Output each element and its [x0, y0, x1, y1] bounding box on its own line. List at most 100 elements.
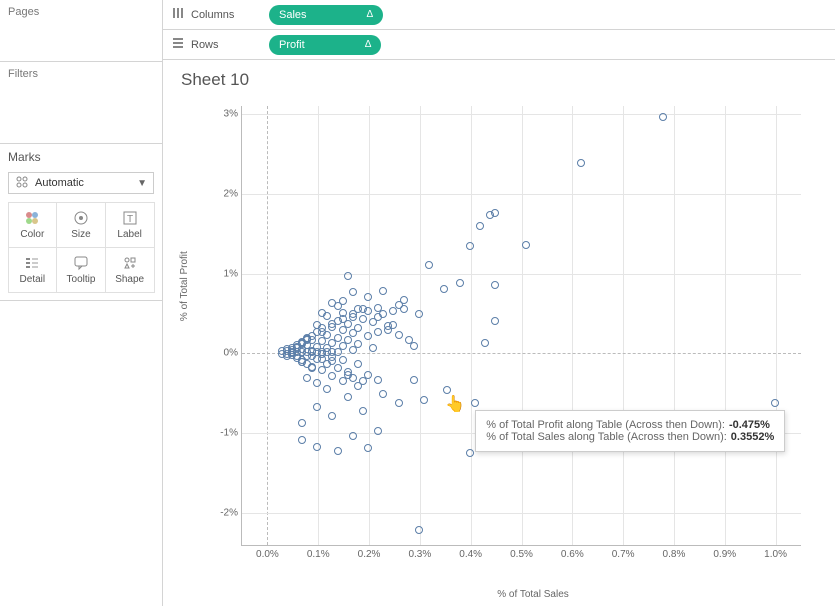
data-point[interactable] — [278, 350, 286, 358]
data-point[interactable] — [349, 346, 357, 354]
data-point[interactable] — [659, 113, 667, 121]
filters-shelf[interactable]: Filters — [0, 62, 162, 144]
shape-button[interactable]: Shape — [105, 247, 155, 293]
rows-pill[interactable]: Profit Δ — [269, 35, 381, 55]
data-point[interactable] — [308, 364, 316, 372]
rows-label: Rows — [191, 39, 219, 51]
data-point[interactable] — [313, 403, 321, 411]
pages-shelf[interactable]: Pages — [0, 0, 162, 62]
data-point[interactable] — [298, 419, 306, 427]
data-point[interactable] — [318, 366, 326, 374]
data-point[interactable] — [379, 287, 387, 295]
rows-shelf[interactable]: Rows Profit Δ — [163, 30, 835, 60]
data-point[interactable] — [374, 427, 382, 435]
filters-label: Filters — [8, 68, 154, 80]
data-point[interactable] — [344, 393, 352, 401]
data-point[interactable] — [369, 344, 377, 352]
x-tick-label: 0.9% — [713, 549, 736, 560]
columns-label: Columns — [191, 9, 234, 21]
data-point[interactable] — [334, 447, 342, 455]
y-tick-label: -2% — [220, 508, 238, 519]
columns-pill[interactable]: Sales Δ — [269, 5, 383, 25]
data-point[interactable] — [384, 326, 392, 334]
data-point[interactable] — [466, 449, 474, 457]
data-point[interactable] — [364, 293, 372, 301]
data-point[interactable] — [577, 159, 585, 167]
data-point[interactable] — [344, 272, 352, 280]
data-point[interactable] — [339, 315, 347, 323]
data-point[interactable] — [364, 444, 372, 452]
columns-shelf[interactable]: Columns Sales Δ — [163, 0, 835, 30]
data-point[interactable] — [323, 312, 331, 320]
data-point[interactable] — [410, 342, 418, 350]
data-point[interactable] — [440, 285, 448, 293]
auto-shape-icon — [15, 175, 29, 192]
size-button[interactable]: Size — [56, 202, 106, 248]
marks-type-dropdown[interactable]: Automatic ▼ — [8, 172, 154, 194]
data-point[interactable] — [395, 399, 403, 407]
data-point[interactable] — [323, 385, 331, 393]
data-point[interactable] — [303, 374, 311, 382]
data-point[interactable] — [374, 328, 382, 336]
data-point[interactable] — [328, 412, 336, 420]
data-point[interactable] — [354, 360, 362, 368]
label-button[interactable]: T Label — [105, 202, 155, 248]
tooltip-sales-value: 0.3552% — [731, 431, 774, 443]
data-point[interactable] — [339, 356, 347, 364]
detail-button[interactable]: Detail — [8, 247, 58, 293]
data-point[interactable] — [359, 407, 367, 415]
color-button[interactable]: Color — [8, 202, 58, 248]
marks-type-label: Automatic — [35, 177, 84, 189]
data-point[interactable] — [486, 211, 494, 219]
data-point[interactable] — [456, 279, 464, 287]
data-point[interactable] — [420, 396, 428, 404]
data-point[interactable] — [359, 315, 367, 323]
data-point[interactable] — [349, 310, 357, 318]
data-point[interactable] — [491, 317, 499, 325]
data-point[interactable] — [339, 326, 347, 334]
data-point[interactable] — [415, 526, 423, 534]
tooltip-button[interactable]: Tooltip — [56, 247, 106, 293]
data-point[interactable] — [443, 386, 451, 394]
data-point[interactable] — [349, 288, 357, 296]
data-point[interactable] — [471, 399, 479, 407]
y-tick-label: -1% — [220, 428, 238, 439]
data-point[interactable] — [359, 305, 367, 313]
data-point[interactable] — [481, 339, 489, 347]
data-point[interactable] — [771, 399, 779, 407]
marks-header: Marks — [0, 144, 162, 168]
chart[interactable]: % of Total Profit % of Total Sales 0.0%0… — [181, 96, 821, 596]
data-point[interactable] — [415, 310, 423, 318]
data-point[interactable] — [298, 436, 306, 444]
label-icon: T — [122, 209, 138, 227]
data-point[interactable] — [522, 241, 530, 249]
data-point[interactable] — [349, 374, 357, 382]
data-point[interactable] — [298, 358, 306, 366]
data-point[interactable] — [379, 390, 387, 398]
data-point[interactable] — [374, 313, 382, 321]
data-point[interactable] — [349, 432, 357, 440]
data-point[interactable] — [466, 242, 474, 250]
data-point[interactable] — [334, 364, 342, 372]
data-point[interactable] — [374, 376, 382, 384]
data-point[interactable] — [313, 379, 321, 387]
data-point[interactable] — [425, 261, 433, 269]
data-point[interactable] — [400, 305, 408, 313]
plot-area[interactable]: 0.0%0.1%0.2%0.3%0.4%0.5%0.6%0.7%0.8%0.9%… — [241, 106, 801, 546]
data-point[interactable] — [389, 307, 397, 315]
sheet-title[interactable]: Sheet 10 — [181, 70, 821, 90]
data-point[interactable] — [313, 443, 321, 451]
data-point[interactable] — [395, 331, 403, 339]
chevron-down-icon: ▼ — [137, 178, 147, 189]
data-point[interactable] — [476, 222, 484, 230]
data-point[interactable] — [359, 377, 367, 385]
mark-cell-label: Label — [117, 229, 141, 240]
data-point[interactable] — [364, 332, 372, 340]
marks-label: Marks — [8, 150, 154, 164]
data-point[interactable] — [491, 281, 499, 289]
data-point[interactable] — [328, 372, 336, 380]
data-point[interactable] — [303, 335, 311, 343]
x-tick-label: 0.0% — [256, 549, 279, 560]
rows-icon — [171, 36, 185, 53]
data-point[interactable] — [410, 376, 418, 384]
